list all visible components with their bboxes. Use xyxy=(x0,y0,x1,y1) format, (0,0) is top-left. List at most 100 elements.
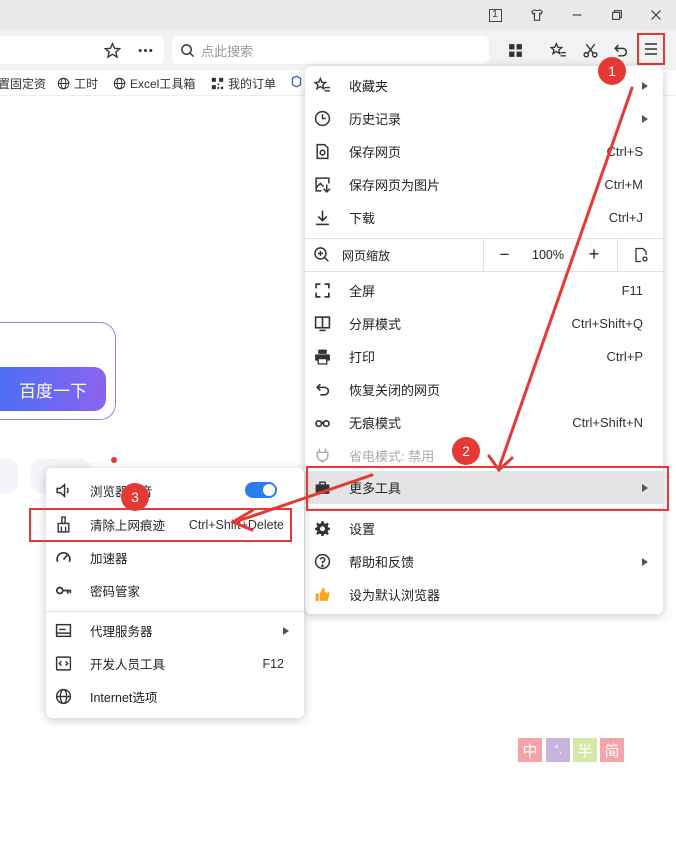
search-icon xyxy=(181,43,195,57)
minimize-icon[interactable] xyxy=(566,4,588,26)
watermark-char: 简 xyxy=(600,738,624,762)
menu-item-set-default-browser[interactable]: 设为默认浏览器 xyxy=(305,578,663,611)
zoom-out-button[interactable]: − xyxy=(483,238,525,271)
clock-icon xyxy=(313,110,331,128)
zoom-in-button[interactable]: + xyxy=(571,238,617,271)
submenu-item-accelerator[interactable]: 加速器 xyxy=(46,541,304,574)
menu-item-shortcut: Ctrl+Shift+N xyxy=(572,415,643,430)
menu-item-shortcut: Ctrl+J xyxy=(608,210,643,225)
submenu-item-label: Internet选项 xyxy=(90,691,158,705)
zoom-label: 网页缩放 xyxy=(342,249,391,263)
submenu-item-proxy[interactable]: 代理服务器 xyxy=(46,614,304,647)
bookmark-item[interactable]: 置固定资 xyxy=(0,75,46,92)
highlight-clear-traces xyxy=(29,508,292,542)
menu-item-label: 恢复关闭的网页 xyxy=(349,383,441,398)
favorites-list-icon[interactable] xyxy=(546,38,570,62)
app-logo-icon xyxy=(291,75,302,88)
chevron-right-icon xyxy=(283,626,289,635)
split-screen-icon xyxy=(313,315,331,333)
highlight-more-tools xyxy=(306,466,669,511)
bookmark-label: 置固定资 xyxy=(0,77,47,91)
menu-item-reopen-closed[interactable]: 恢复关闭的网页 xyxy=(305,373,663,406)
main-menu: 收藏夹 历史记录 保存网页 Ctrl+S 保存网页为图片 Ctrl+M 下载 C… xyxy=(305,66,663,614)
download-icon xyxy=(313,209,331,227)
menu-item-history[interactable]: 历史记录 xyxy=(305,102,663,135)
submenu-item-label: 加速器 xyxy=(90,552,128,566)
menu-item-incognito[interactable]: 无痕模式 Ctrl+Shift+N xyxy=(305,406,663,439)
bookmark-item[interactable]: Excel工具箱 xyxy=(113,75,195,92)
menu-item-shortcut: F11 xyxy=(621,283,643,298)
chevron-right-icon xyxy=(642,114,648,123)
zoom-level: 100% xyxy=(532,247,564,262)
menu-item-label: 保存网页 xyxy=(349,145,402,160)
submenu-item-shortcut: F12 xyxy=(262,656,284,671)
bookmark-label: Excel工具箱 xyxy=(130,77,196,91)
speedometer-icon xyxy=(54,549,72,567)
menu-item-save-page[interactable]: 保存网页 Ctrl+S xyxy=(305,135,663,168)
search-box[interactable]: 点此搜索 xyxy=(172,36,489,64)
star-list-icon xyxy=(313,77,331,95)
bookmark-item[interactable]: 工时 xyxy=(57,75,98,92)
power-plug-icon xyxy=(313,447,331,465)
watermark-char: °, xyxy=(546,738,570,762)
zoom-settings-button[interactable] xyxy=(617,238,663,271)
apps-grid-icon[interactable] xyxy=(503,38,527,62)
submenu-item-label: 密码管家 xyxy=(90,585,141,599)
submenu-item-label: 开发人员工具 xyxy=(90,658,166,672)
menu-item-label: 无痕模式 xyxy=(349,416,402,431)
menu-item-download[interactable]: 下载 Ctrl+J xyxy=(305,201,663,234)
submenu-item-internet-options[interactable]: Internet选项 xyxy=(46,680,304,713)
gear-icon xyxy=(313,520,331,538)
help-icon xyxy=(313,553,331,571)
submenu-item-mute[interactable]: 浏览器静音 xyxy=(46,474,304,507)
fullscreen-icon xyxy=(313,282,331,300)
menu-item-shortcut: Ctrl+M xyxy=(604,177,643,192)
annotation-badge: 1 xyxy=(598,57,626,85)
watermark-char: 半 xyxy=(573,738,597,762)
menu-item-split-screen[interactable]: 分屏模式 Ctrl+Shift+Q xyxy=(305,307,663,340)
thumbs-up-icon xyxy=(313,586,331,604)
save-page-icon xyxy=(313,143,331,161)
menu-item-label: 设为默认浏览器 xyxy=(349,588,441,603)
qr-code-icon xyxy=(211,77,224,90)
menu-divider xyxy=(46,611,304,612)
tab-count-button[interactable]: 1 xyxy=(484,4,506,26)
menu-item-label: 全屏 xyxy=(349,284,376,299)
submenu-item-label: 代理服务器 xyxy=(90,625,153,639)
page-settings-icon xyxy=(634,247,648,262)
submenu-item-password-manager[interactable]: 密码管家 xyxy=(46,574,304,607)
menu-item-label: 省电模式: 禁用 xyxy=(349,449,435,464)
more-dots-icon[interactable] xyxy=(133,38,157,62)
menu-item-shortcut: Ctrl+Shift+Q xyxy=(571,316,643,331)
scissors-icon[interactable] xyxy=(578,38,602,62)
page-chip[interactable] xyxy=(0,459,18,493)
bookmark-label: 工时 xyxy=(74,77,99,91)
print-icon xyxy=(313,348,331,366)
skin-icon[interactable] xyxy=(526,4,548,26)
mute-toggle[interactable] xyxy=(245,482,277,498)
bookmark-star-icon[interactable] xyxy=(100,38,124,62)
submenu-item-devtools[interactable]: 开发人员工具 F12 xyxy=(46,647,304,680)
proxy-icon xyxy=(54,622,72,640)
restore-icon[interactable] xyxy=(606,4,628,26)
menu-item-label: 保存网页为图片 xyxy=(349,178,441,193)
address-bar[interactable] xyxy=(0,36,164,64)
menu-item-save-as-image[interactable]: 保存网页为图片 Ctrl+M xyxy=(305,168,663,201)
menu-item-print[interactable]: 打印 Ctrl+P xyxy=(305,340,663,373)
menu-item-label: 历史记录 xyxy=(349,112,402,127)
incognito-icon xyxy=(313,414,331,432)
menu-item-help-feedback[interactable]: 帮助和反馈 xyxy=(305,545,663,578)
baidu-search-button[interactable]: 百度一下 xyxy=(0,367,106,411)
annotation-badge: 2 xyxy=(452,437,480,465)
bookmark-item[interactable]: 我的订单 xyxy=(211,75,276,92)
more-tools-submenu: 浏览器静音 清除上网痕迹 Ctrl+Shift+Delete 加速器 密码管家 … xyxy=(46,468,304,718)
main-menu-button[interactable] xyxy=(637,33,665,65)
annotation-badge: 3 xyxy=(121,483,149,511)
menu-item-shortcut: Ctrl+S xyxy=(606,144,643,159)
menu-item-label: 收藏夹 xyxy=(349,79,389,94)
menu-item-fullscreen[interactable]: 全屏 F11 xyxy=(305,274,663,307)
browser-toolbar: 点此搜索 xyxy=(0,30,676,70)
close-icon[interactable] xyxy=(645,4,667,26)
bookmark-label: 我的订单 xyxy=(228,77,277,91)
menu-item-settings[interactable]: 设置 xyxy=(305,512,663,545)
